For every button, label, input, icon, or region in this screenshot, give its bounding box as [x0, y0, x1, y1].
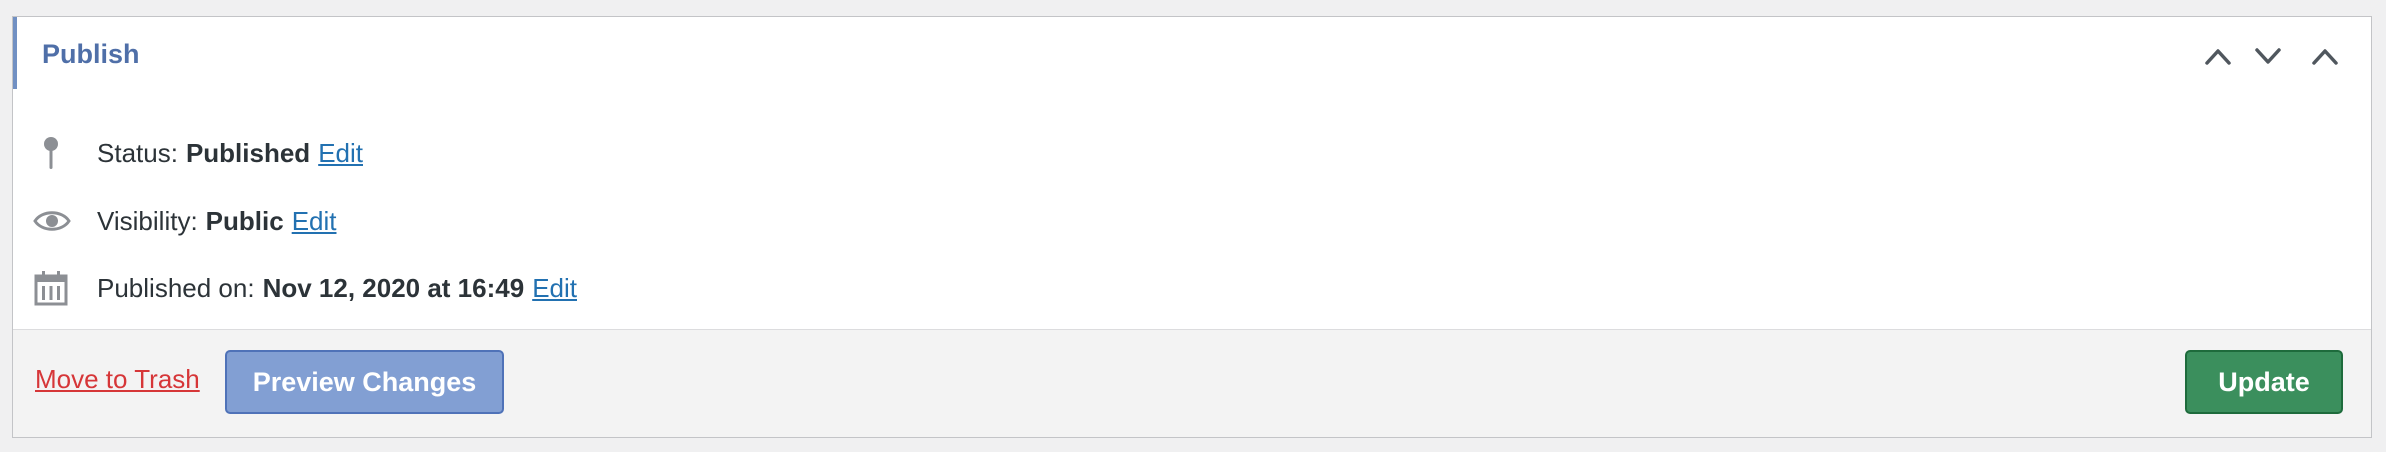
published-on-value: Nov 12, 2020 at 16:49: [262, 272, 525, 303]
chevron-down-icon: [2255, 48, 2281, 64]
panel-title: Publish: [42, 39, 140, 69]
visibility-value: Public: [205, 205, 284, 236]
publish-panel: Publish Status: Published Edit Visibilit…: [12, 16, 2372, 438]
edit-visibility-link[interactable]: Edit: [292, 206, 337, 237]
edit-published-on-link[interactable]: Edit: [532, 273, 577, 304]
move-up-button[interactable]: [2193, 39, 2243, 73]
visibility-label: Visibility:: [97, 205, 198, 236]
publish-actions: Move to Trash Preview Changes Update: [13, 329, 2371, 437]
chevron-up-icon: [2312, 49, 2338, 65]
toggle-panel-button[interactable]: [2293, 39, 2357, 73]
chevron-up-icon: [2205, 49, 2231, 65]
status-row: Status: Published Edit: [33, 133, 363, 173]
published-on-row: Published on: Nov 12, 2020 at 16:49 Edit: [33, 268, 577, 308]
status-label: Status:: [97, 137, 178, 168]
edit-status-link[interactable]: Edit: [318, 138, 363, 169]
visibility-row: Visibility: Public Edit: [33, 201, 337, 241]
status-value: Published: [185, 137, 311, 168]
update-button[interactable]: Update: [2185, 350, 2343, 414]
move-to-trash-link[interactable]: Move to Trash: [35, 364, 200, 395]
eye-icon: [33, 201, 77, 241]
header-accent-bar: [13, 17, 17, 89]
pin-icon: [33, 133, 77, 173]
preview-changes-button[interactable]: Preview Changes: [225, 350, 504, 414]
published-on-label: Published on:: [97, 272, 255, 303]
panel-header[interactable]: Publish: [13, 17, 2371, 93]
move-down-button[interactable]: [2243, 39, 2293, 73]
header-controls: [2193, 39, 2357, 73]
calendar-icon: [33, 268, 77, 308]
